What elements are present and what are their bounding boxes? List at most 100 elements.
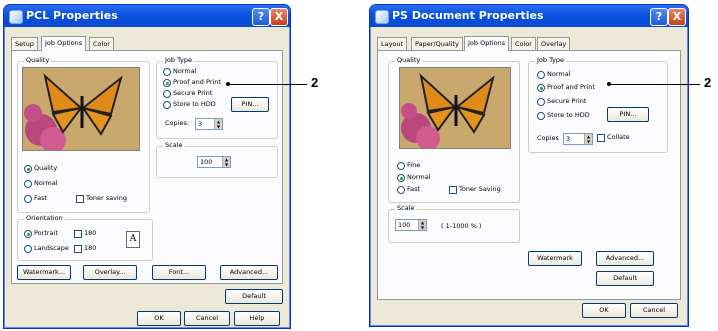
copies-stepper[interactable]: 3 ▲ ▼ xyxy=(195,118,223,130)
quality-group: Quality Fine Normal Fast Toner Saving xyxy=(388,56,520,203)
job-type-radio-normal[interactable] xyxy=(163,68,171,76)
butterfly-preview-image xyxy=(399,67,511,149)
scale-range-label: ( 1-1000 % ) xyxy=(441,222,482,230)
ok-button[interactable]: OK xyxy=(582,303,626,318)
job-type-normal: Normal xyxy=(547,70,571,78)
job-type-store-to-hdd: Store to HDD xyxy=(547,111,590,119)
callout-number-right: 2 xyxy=(704,75,712,90)
tab-overlay[interactable]: Overlay xyxy=(537,37,571,50)
tab-layout[interactable]: Layout xyxy=(377,37,408,50)
ps-title: PS Document Properties xyxy=(392,9,544,22)
pin-button[interactable]: PIN... xyxy=(231,97,269,112)
scale-stepper[interactable]: 100 ▲ ▼ xyxy=(197,156,231,168)
help-icon[interactable]: ? xyxy=(252,8,270,26)
advanced-button[interactable]: Advanced... xyxy=(596,251,654,266)
pin-button[interactable]: PIN... xyxy=(607,107,649,122)
ps-document-properties-dialog: PS Document Properties ? X Layout Paper/… xyxy=(369,4,689,327)
copies-label: Copies: xyxy=(165,119,190,127)
copies-spin-arrows[interactable]: ▲ ▼ xyxy=(584,134,592,144)
tab-job-options[interactable]: Job Options xyxy=(41,36,87,51)
job-type-proof-and-print: Proof and Print xyxy=(547,83,595,91)
toner-saving-label: Toner Saving xyxy=(459,185,501,193)
orientation-group-label: Orientation xyxy=(24,214,65,222)
quality-group-label: Quality xyxy=(395,56,423,64)
quality-radio-fast[interactable] xyxy=(24,195,32,203)
ps-titlebar[interactable]: PS Document Properties ? X xyxy=(370,5,688,27)
scale-value: 100 xyxy=(200,158,213,166)
tab-job-options[interactable]: Job Options xyxy=(464,36,510,51)
quality-option-fine: Fine xyxy=(407,161,421,169)
job-type-group-label: Job Type xyxy=(163,56,195,64)
job-type-radio-secure-print[interactable] xyxy=(537,98,545,106)
collate-label: Collate xyxy=(607,133,630,141)
scale-group-label: Scale xyxy=(163,141,185,149)
job-type-secure-print: Secure Print xyxy=(173,89,213,97)
tab-color[interactable]: Color xyxy=(89,37,114,50)
quality-option-fast: Fast xyxy=(34,194,48,202)
job-type-radio-store-to-hdd[interactable] xyxy=(537,112,545,120)
advanced-button[interactable]: Advanced... xyxy=(220,265,278,280)
watermark-button[interactable]: Watermark xyxy=(528,251,582,266)
ps-job-options-panel: Quality Fine Normal Fast Toner Saving Jo… xyxy=(377,50,681,300)
job-type-normal: Normal xyxy=(173,67,197,75)
portrait-radio[interactable] xyxy=(24,230,32,238)
copies-stepper[interactable]: 3 ▲ ▼ xyxy=(563,133,593,145)
watermark-button[interactable]: Watermark... xyxy=(17,265,71,280)
landscape-180-checkbox[interactable] xyxy=(74,245,82,253)
toner-saving-label: Toner saving xyxy=(86,194,127,202)
quality-option-normal: Normal xyxy=(407,173,431,181)
quality-radio-quality[interactable] xyxy=(24,165,32,173)
quality-option-fast: Fast xyxy=(407,185,421,193)
butterfly-preview-image xyxy=(22,67,140,151)
job-type-radio-secure-print[interactable] xyxy=(163,90,171,98)
close-icon[interactable]: X xyxy=(270,8,288,26)
ok-button[interactable]: OK xyxy=(137,311,181,326)
portrait-180-label: 180 xyxy=(84,229,97,237)
landscape-180-label: 180 xyxy=(84,244,97,252)
job-type-store-to-hdd: Store to HDD xyxy=(173,100,216,108)
scale-spin-arrows[interactable]: ▲ ▼ xyxy=(418,220,426,230)
pcl-job-options-panel: Quality Quality Normal Fast Toner saving… xyxy=(11,50,283,284)
cancel-button[interactable]: Cancel xyxy=(184,311,230,326)
job-type-radio-proof-and-print[interactable] xyxy=(163,79,171,87)
portrait-label: Portrait xyxy=(34,229,58,237)
scale-group: Scale 100 ▲ ▼ xyxy=(156,141,278,178)
quality-radio-fast[interactable] xyxy=(397,186,405,194)
printer-icon xyxy=(375,10,389,24)
job-type-secure-print: Secure Print xyxy=(547,97,587,105)
help-icon[interactable]: ? xyxy=(650,8,668,26)
quality-radio-normal[interactable] xyxy=(24,180,32,188)
portrait-180-checkbox[interactable] xyxy=(74,230,82,238)
scale-stepper[interactable]: 100 ▲ ▼ xyxy=(395,219,427,231)
job-type-radio-proof-and-print[interactable] xyxy=(537,84,545,92)
scale-spin-arrows[interactable]: ▲ ▼ xyxy=(222,157,230,167)
job-type-radio-normal[interactable] xyxy=(537,71,545,79)
job-type-group: Job Type Normal Proof and Print Secure P… xyxy=(528,56,668,153)
callout-line-left xyxy=(229,84,307,85)
job-type-radio-store-to-hdd[interactable] xyxy=(163,101,171,109)
toner-saving-checkbox[interactable] xyxy=(76,195,84,203)
callout-number-left: 2 xyxy=(311,75,319,90)
quality-radio-fine[interactable] xyxy=(397,162,405,170)
copies-spin-arrows[interactable]: ▲ ▼ xyxy=(214,119,222,129)
job-type-proof-and-print: Proof and Print xyxy=(173,78,221,86)
toner-saving-checkbox[interactable] xyxy=(449,186,457,194)
quality-radio-normal[interactable] xyxy=(397,174,405,182)
tab-setup[interactable]: Setup xyxy=(11,37,38,50)
printer-icon xyxy=(9,10,23,24)
landscape-label: Landscape xyxy=(34,244,69,252)
cancel-button[interactable]: Cancel xyxy=(630,303,678,318)
tab-color[interactable]: Color xyxy=(511,37,536,50)
help-button[interactable]: Help xyxy=(234,311,280,326)
default-button[interactable]: Default xyxy=(225,289,283,304)
tab-paper-quality[interactable]: Paper/Quality xyxy=(411,37,463,50)
font-button[interactable]: Font... xyxy=(152,265,206,280)
landscape-radio[interactable] xyxy=(24,245,32,253)
pcl-titlebar[interactable]: PCL Properties ? X xyxy=(4,5,290,27)
pcl-properties-dialog: PCL Properties ? X Setup Job Options Col… xyxy=(3,4,291,329)
collate-checkbox[interactable] xyxy=(597,134,605,142)
scale-value: 100 xyxy=(398,221,411,229)
close-icon[interactable]: X xyxy=(668,8,686,26)
default-button[interactable]: Default xyxy=(596,271,654,286)
overlay-button[interactable]: Overlay... xyxy=(83,265,137,280)
